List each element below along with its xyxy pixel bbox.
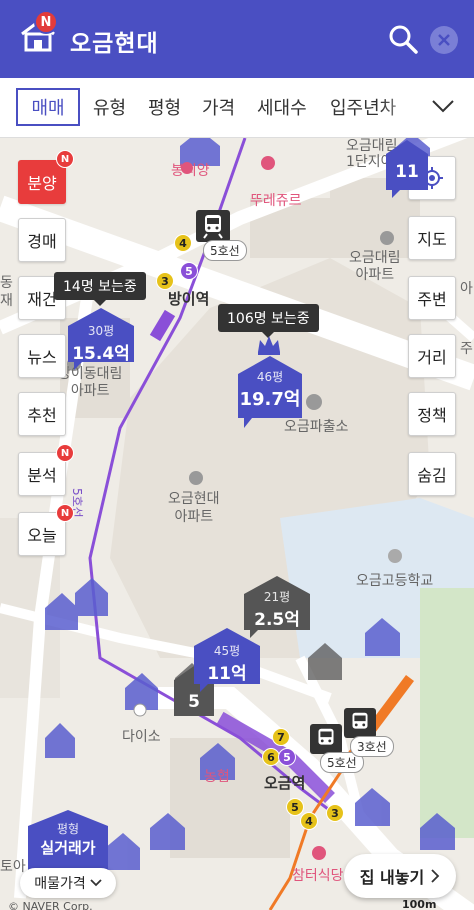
filter-trade-type[interactable]: 매매	[16, 88, 80, 126]
list-my-house-button[interactable]: 집 내놓기	[344, 854, 456, 898]
place-label: 뚜레쥬르	[250, 193, 302, 209]
marker-price: 2.5억	[254, 610, 300, 630]
viewer-count-bubble: 14명 보는중	[54, 272, 146, 306]
station-label-ogeum[interactable]: 오금역	[264, 772, 305, 793]
subway-icon[interactable]	[310, 724, 342, 754]
map-copyright: © NAVER Corp.	[8, 900, 93, 910]
marker-price: 5	[188, 692, 200, 712]
station-label-bangi[interactable]: 방이역	[168, 288, 209, 309]
crown-icon	[256, 334, 282, 356]
filter-pyeong[interactable]: 평형	[148, 94, 181, 120]
marker-price: 15.4억	[72, 344, 130, 364]
apartment-price-marker[interactable]: 30평 15.4억	[68, 308, 134, 370]
clear-search-button[interactable]	[430, 26, 458, 54]
marker-price: 19.7억	[239, 389, 301, 410]
line-5-dot: 5	[286, 798, 304, 816]
marker-price: 11억	[207, 664, 247, 684]
line-3-dot: 3	[326, 804, 344, 822]
price-mode-label: 매물가격	[34, 876, 86, 892]
filter-bar: 매매 유형 평형 가격 세대수 입주년차	[0, 78, 474, 138]
place-label: 오금고등학교	[356, 573, 434, 589]
side-button-recommend[interactable]: 추천	[18, 392, 66, 436]
line-3-dot: 3	[156, 272, 174, 290]
place-label: 오금대림 아파트	[349, 250, 401, 283]
search-query-title[interactable]: 오금현대	[70, 24, 159, 58]
side-button-presale[interactable]: 분양	[18, 160, 66, 204]
chevron-down-icon[interactable]	[430, 96, 456, 116]
place-label: 토아	[0, 859, 26, 875]
place-label: 재	[0, 293, 13, 309]
place-label: 방이동대림 아파트	[58, 366, 123, 399]
cta-label: 집 내놓기	[359, 868, 425, 887]
close-icon	[438, 34, 450, 46]
apartment-price-marker[interactable]: 46평 19.7억	[238, 356, 302, 430]
place-label: 다이소	[122, 729, 161, 745]
app-header: N 오금현대	[0, 0, 474, 78]
place-label: 농협	[204, 769, 230, 785]
chevron-down-icon	[90, 879, 102, 887]
subway-icon[interactable]	[196, 210, 230, 242]
line-badge: 5호선	[203, 240, 247, 261]
place-label: 아	[460, 281, 473, 297]
line-7-dot: 7	[272, 728, 290, 746]
place-label: 오금현대 아파트	[168, 491, 220, 525]
map-scale: 100m	[402, 898, 437, 910]
side-button-nearby[interactable]: 주변	[408, 276, 456, 320]
filter-type[interactable]: 유형	[93, 94, 126, 120]
apartment-price-marker[interactable]: 11	[386, 140, 428, 198]
side-button-map[interactable]: 지도	[408, 216, 456, 260]
side-button-policy[interactable]: 정책	[408, 392, 456, 436]
filter-households[interactable]: 세대수	[257, 94, 307, 120]
place-label: 참터식당	[292, 868, 344, 884]
subway-icon[interactable]	[344, 708, 376, 738]
side-button-distance[interactable]: 거리	[408, 334, 456, 378]
side-button-hide[interactable]: 숨김	[408, 452, 456, 496]
marker-price: 11	[395, 162, 419, 182]
marker-pyeong: 45평	[213, 644, 241, 658]
line-5-dot: 5	[278, 748, 296, 766]
side-button-news[interactable]: 뉴스	[18, 334, 66, 378]
marker-pyeong: 평형	[56, 822, 80, 836]
place-label: 봉피양	[171, 163, 210, 179]
apartment-price-marker[interactable]: 45평 11억	[194, 628, 260, 692]
new-badge: N	[56, 150, 74, 168]
line-badge: 3호선	[350, 736, 394, 757]
price-mode-selector[interactable]: 매물가격	[20, 868, 116, 898]
new-badge: N	[56, 444, 74, 462]
new-badge: N	[34, 10, 58, 34]
new-badge: N	[56, 504, 74, 522]
marker-pyeong: 46평	[256, 370, 284, 384]
side-button-auction[interactable]: 경매	[18, 218, 66, 262]
place-label: 동	[0, 275, 13, 291]
line-4-dot: 4	[174, 234, 192, 252]
map-canvas[interactable]: 봉피양 뚜레쥬르 오금대림 1단지아파트 오금대림 아파트 방이동대림 아파트 …	[0, 138, 474, 910]
search-icon[interactable]	[388, 24, 418, 54]
marker-price: 실거래가	[40, 839, 96, 857]
marker-pyeong: 21평	[263, 590, 291, 604]
viewer-count-bubble: 106명 보는중	[218, 304, 319, 338]
line-4-dot: 4	[300, 812, 318, 830]
marker-pyeong: 30평	[87, 324, 115, 338]
place-label: 주	[460, 341, 473, 357]
real-price-marker[interactable]: 평형 실거래가	[28, 810, 108, 870]
filter-price[interactable]: 가격	[202, 94, 235, 120]
filter-fade	[380, 78, 430, 136]
chevron-right-icon	[431, 869, 440, 883]
line-5-dot: 5	[180, 262, 198, 280]
